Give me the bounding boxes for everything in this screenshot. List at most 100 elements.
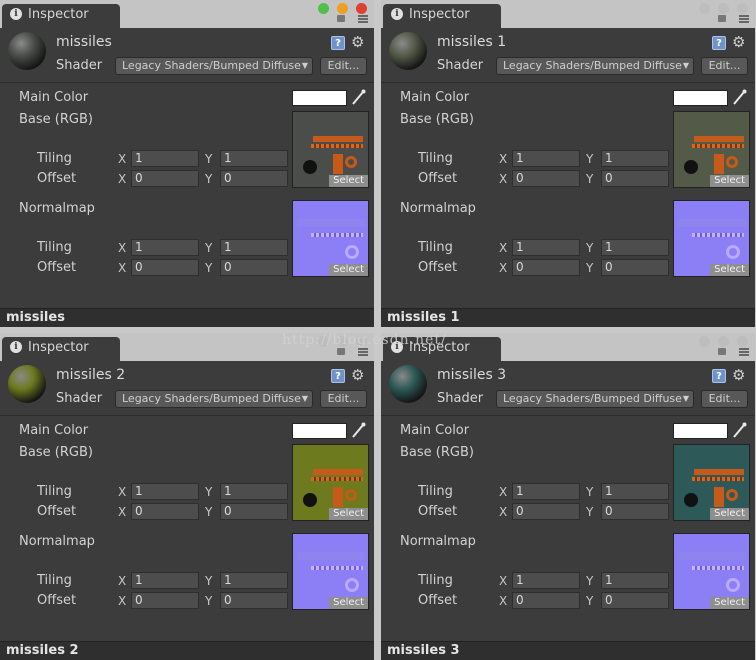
tiling-x-field[interactable]: 1 — [512, 239, 580, 256]
gear-icon[interactable]: ⚙ — [351, 33, 364, 51]
shader-dropdown[interactable]: Legacy Shaders/Bumped Diffuse ▼ — [496, 390, 694, 408]
gear-icon[interactable]: ⚙ — [351, 366, 364, 384]
help-icon[interactable]: ? — [331, 369, 345, 383]
menu-icon[interactable] — [739, 15, 749, 23]
tiling-y-field[interactable]: 1 — [220, 150, 288, 167]
tiling-y-field[interactable]: 1 — [220, 239, 288, 256]
offset-x-field[interactable]: 0 — [512, 170, 580, 187]
normalmap-texture-slot[interactable]: Select — [292, 533, 369, 610]
tiling-x-field[interactable]: 1 — [512, 483, 580, 500]
select-button[interactable]: Select — [329, 264, 368, 276]
offset-x-field[interactable]: 0 — [512, 592, 580, 609]
offset-y-field[interactable]: 0 — [220, 170, 288, 187]
lock-icon[interactable] — [337, 15, 345, 22]
offset-x-field[interactable]: 0 — [131, 503, 199, 520]
y-label: Y — [205, 172, 213, 186]
edit-button[interactable]: Edit... — [320, 57, 367, 75]
base-texture-slot[interactable]: Select — [292, 444, 369, 521]
lock-icon[interactable] — [718, 15, 726, 22]
maximize-button[interactable] — [318, 3, 329, 14]
offset-y-field[interactable]: 0 — [220, 592, 288, 609]
offset-y-field[interactable]: 0 — [220, 503, 288, 520]
select-button[interactable]: Select — [710, 508, 749, 520]
main-color-swatch[interactable] — [673, 90, 728, 106]
tiling-x-field[interactable]: 1 — [131, 239, 199, 256]
tab-inspector[interactable]: i Inspector — [383, 4, 501, 28]
main-color-swatch[interactable] — [292, 90, 347, 106]
minimize-button[interactable] — [718, 336, 729, 347]
offset-x-field[interactable]: 0 — [131, 170, 199, 187]
offset-x-field[interactable]: 0 — [131, 259, 199, 276]
edit-button[interactable]: Edit... — [701, 57, 748, 75]
close-button[interactable] — [356, 3, 367, 14]
eyedropper-icon[interactable] — [732, 422, 747, 439]
inspector-panel: i Inspector missiles 1 ? ⚙ Shader Legacy… — [381, 0, 755, 327]
tiling-y-field[interactable]: 1 — [220, 572, 288, 589]
base-texture-slot[interactable]: Select — [292, 111, 369, 188]
info-icon: i — [10, 341, 22, 353]
edit-button[interactable]: Edit... — [320, 390, 367, 408]
minimize-button[interactable] — [718, 3, 729, 14]
tiling-y-field[interactable]: 1 — [220, 483, 288, 500]
menu-icon[interactable] — [739, 348, 749, 356]
tab-inspector[interactable]: i Inspector — [2, 4, 120, 28]
close-button[interactable] — [737, 3, 748, 14]
select-button[interactable]: Select — [710, 597, 749, 609]
select-button[interactable]: Select — [329, 508, 368, 520]
gear-icon[interactable]: ⚙ — [732, 366, 745, 384]
tiling-y-field[interactable]: 1 — [601, 150, 669, 167]
lock-icon[interactable] — [337, 348, 345, 355]
tiling-y-field[interactable]: 1 — [601, 239, 669, 256]
tiling-x-field[interactable]: 1 — [512, 572, 580, 589]
shader-dropdown[interactable]: Legacy Shaders/Bumped Diffuse ▼ — [496, 57, 694, 75]
texture-detail — [692, 233, 744, 237]
tiling-y-field[interactable]: 1 — [601, 572, 669, 589]
y-label: Y — [586, 505, 594, 519]
offset-y-field[interactable]: 0 — [601, 259, 669, 276]
minimize-button[interactable] — [337, 3, 348, 14]
edit-button[interactable]: Edit... — [701, 390, 748, 408]
offset-y-field[interactable]: 0 — [601, 170, 669, 187]
help-icon[interactable]: ? — [331, 36, 345, 50]
normalmap-texture-slot[interactable]: Select — [673, 200, 750, 277]
menu-icon[interactable] — [358, 15, 368, 23]
tiling-y-field[interactable]: 1 — [601, 483, 669, 500]
lock-icon[interactable] — [718, 348, 726, 355]
normalmap-texture-slot[interactable]: Select — [292, 200, 369, 277]
help-icon[interactable]: ? — [712, 36, 726, 50]
offset-x-field[interactable]: 0 — [512, 259, 580, 276]
main-color-swatch[interactable] — [292, 423, 347, 439]
select-button[interactable]: Select — [329, 175, 368, 187]
tiling-x-field[interactable]: 1 — [131, 572, 199, 589]
menu-icon[interactable] — [358, 348, 368, 356]
offset-y-field[interactable]: 0 — [601, 592, 669, 609]
base-texture-slot[interactable]: Select — [673, 111, 750, 188]
eyedropper-icon[interactable] — [351, 89, 366, 106]
main-color-swatch[interactable] — [673, 423, 728, 439]
normalmap-texture-slot[interactable]: Select — [673, 533, 750, 610]
eyedropper-icon[interactable] — [351, 422, 366, 439]
eyedropper-icon[interactable] — [732, 89, 747, 106]
maximize-button[interactable] — [699, 336, 710, 347]
tiling-x-field[interactable]: 1 — [131, 150, 199, 167]
tab-strip: i Inspector — [381, 0, 755, 28]
offset-y-field[interactable]: 0 — [601, 503, 669, 520]
shader-dropdown[interactable]: Legacy Shaders/Bumped Diffuse ▼ — [115, 390, 313, 408]
offset-x-field[interactable]: 0 — [131, 592, 199, 609]
close-button[interactable] — [737, 336, 748, 347]
tab-inspector[interactable]: i Inspector — [2, 337, 120, 361]
tiling-x-field[interactable]: 1 — [512, 150, 580, 167]
select-button[interactable]: Select — [710, 175, 749, 187]
select-button[interactable]: Select — [710, 264, 749, 276]
texture-detail — [692, 477, 744, 481]
select-button[interactable]: Select — [329, 597, 368, 609]
shader-dropdown[interactable]: Legacy Shaders/Bumped Diffuse ▼ — [115, 57, 313, 75]
base-texture-slot[interactable]: Select — [673, 444, 750, 521]
help-icon[interactable]: ? — [712, 369, 726, 383]
tiling-label: Tiling — [37, 240, 72, 255]
offset-x-field[interactable]: 0 — [512, 503, 580, 520]
offset-y-field[interactable]: 0 — [220, 259, 288, 276]
tiling-x-field[interactable]: 1 — [131, 483, 199, 500]
gear-icon[interactable]: ⚙ — [732, 33, 745, 51]
maximize-button[interactable] — [699, 3, 710, 14]
